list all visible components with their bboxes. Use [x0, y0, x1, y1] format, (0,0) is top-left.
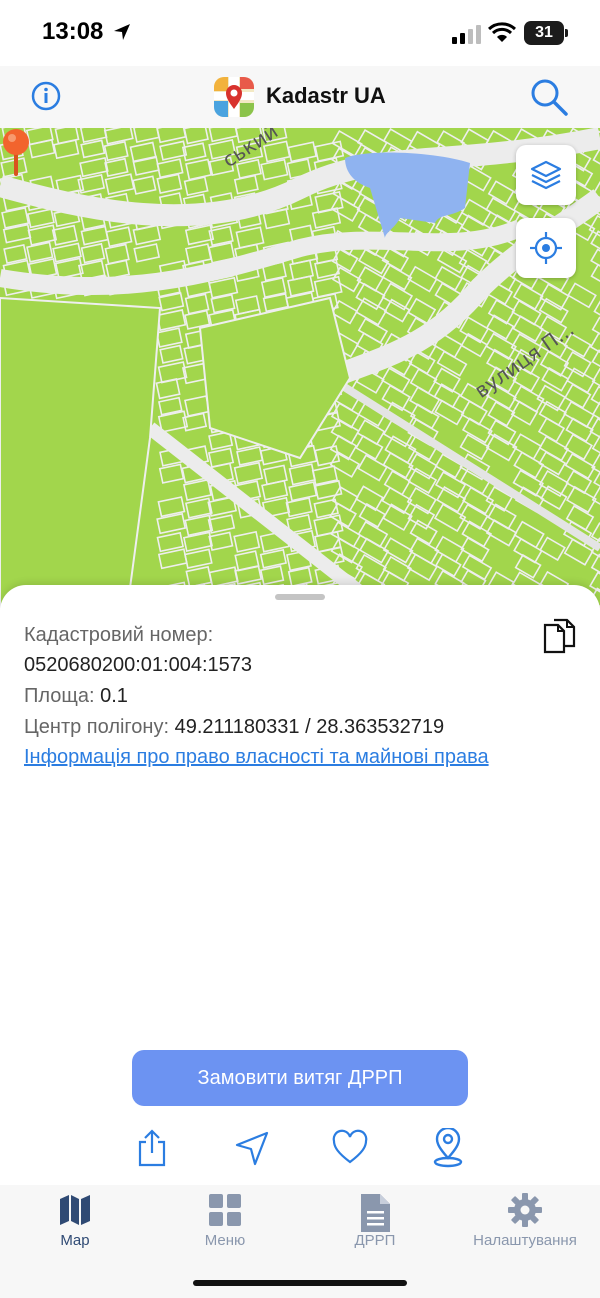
favorite-icon[interactable]	[332, 1128, 368, 1168]
map-pin-icon[interactable]	[0, 128, 32, 178]
parcel-info-sheet: Кадастровий номер: 0520680200:01:004:157…	[0, 585, 600, 1185]
tab-menu[interactable]: Меню	[150, 1185, 300, 1265]
navigate-icon[interactable]	[234, 1128, 270, 1168]
ownership-rights-link[interactable]: Інформація про право власності та майнов…	[24, 743, 514, 772]
cellular-signal-icon	[452, 25, 481, 44]
gear-icon	[508, 1193, 542, 1227]
tab-label: Налаштування	[473, 1232, 577, 1249]
location-arrow-icon	[114, 24, 130, 40]
tab-drrp[interactable]: ДРРП	[300, 1185, 450, 1265]
cadastral-map[interactable]: ський вулиця П...	[0, 128, 600, 608]
tab-map[interactable]: Map	[0, 1185, 150, 1265]
battery-tip	[565, 29, 568, 37]
app-logo-icon	[214, 77, 254, 117]
layers-icon	[530, 160, 562, 190]
map-icon	[60, 1195, 90, 1225]
copy-icon[interactable]	[542, 617, 578, 655]
layers-button[interactable]	[516, 145, 576, 205]
document-icon	[361, 1194, 390, 1232]
crosshair-icon	[530, 232, 562, 264]
my-location-button[interactable]	[516, 218, 576, 278]
tab-label: Map	[60, 1232, 90, 1249]
location-pin-icon[interactable]	[430, 1128, 466, 1168]
tab-label: ДРРП	[354, 1232, 396, 1249]
status-bar: 13:08 31	[0, 0, 600, 66]
area-row: Площа: 0.1	[24, 685, 128, 708]
area-label: Площа:	[24, 685, 95, 707]
order-extract-button[interactable]: Замовити витяг ДРРП	[132, 1050, 468, 1106]
cadastral-number-label: Кадастровий номер:	[24, 624, 214, 646]
info-icon[interactable]	[30, 80, 62, 112]
sheet-drag-handle[interactable]	[275, 594, 325, 600]
battery-indicator: 31	[524, 21, 564, 45]
search-icon[interactable]	[528, 76, 570, 118]
cadastral-number-value: 0520680200:01:004:1573	[24, 654, 253, 676]
wifi-icon	[488, 22, 516, 42]
share-icon[interactable]	[134, 1128, 170, 1168]
tab-label: Меню	[204, 1232, 246, 1249]
tab-settings[interactable]: Налаштування	[450, 1185, 600, 1265]
polygon-center-label: Центр полігону:	[24, 716, 170, 738]
grid-icon	[209, 1194, 241, 1226]
status-time: 13:08	[42, 18, 104, 45]
app-header: Kadastr UA	[0, 66, 600, 128]
polygon-center-value: 49.211180331 / 28.363532719	[174, 716, 445, 738]
home-indicator[interactable]	[193, 1280, 407, 1286]
app-title: Kadastr UA	[266, 83, 386, 108]
area-value: 0.1	[100, 685, 128, 707]
polygon-center-row: Центр полігону: 49.211180331 / 28.363532…	[24, 716, 444, 739]
